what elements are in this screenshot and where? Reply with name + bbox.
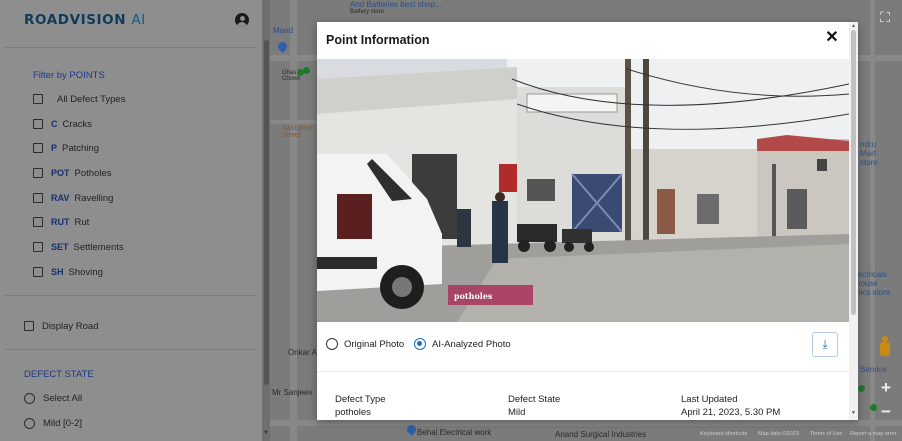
defect-state-label: Mild [0-2]: [43, 417, 83, 429]
filter-code: SET: [51, 242, 69, 252]
filter-code: POT: [51, 168, 70, 178]
brand-logo: ROADVISION AI: [24, 12, 146, 28]
checkbox-icon[interactable]: [33, 143, 43, 153]
sidebar-scrollbar-thumb[interactable]: [264, 40, 269, 385]
map-label-service: Service: [860, 365, 887, 374]
filter-code: RUT: [51, 217, 70, 227]
filter-shoving[interactable]: SH Shoving: [33, 265, 103, 279]
map-label-battery-store: And Batteries best shop...: [350, 0, 442, 9]
photo-mode-label: Original Photo: [344, 338, 405, 350]
scroll-down-arrow-icon[interactable]: ▼: [851, 410, 856, 416]
map-report-link[interactable]: Report a map error: [850, 431, 896, 437]
filter-points-title: Filter by POINTS: [33, 70, 105, 81]
map-label-sabhpur: Sabhpore Street: [282, 125, 313, 139]
map-label-anand: Anand Surgical Industries: [555, 430, 647, 439]
dialog-title: Point Information: [326, 33, 430, 47]
map-shortcuts-link[interactable]: Keyboard shortcuts: [700, 431, 747, 437]
filter-patching[interactable]: P Patching: [33, 141, 99, 155]
filter-label: All Defect Types: [57, 93, 126, 105]
scroll-down-arrow-icon[interactable]: ▼: [263, 430, 269, 436]
defect-type-label: Defect Type: [335, 394, 386, 405]
checkbox-icon[interactable]: [24, 321, 34, 331]
radio-icon[interactable]: [326, 338, 338, 350]
filter-code: RAV: [51, 193, 70, 203]
filter-settlements[interactable]: SET Settlements: [33, 240, 124, 254]
filter-label: Ravelling: [74, 192, 114, 204]
photo-mode-label: AI-Analyzed Photo: [432, 338, 511, 350]
defect-state-label: Defect State: [508, 394, 561, 405]
checkbox-icon[interactable]: [33, 267, 43, 277]
defect-photo: potholes: [317, 59, 849, 322]
filter-label: Potholes: [74, 167, 112, 179]
brand-name: ROADVISION: [24, 12, 127, 28]
plus-icon[interactable]: +: [876, 378, 896, 398]
photo-mode-ai-analyzed[interactable]: AI-Analyzed Photo: [414, 337, 511, 351]
divider: [5, 47, 257, 48]
defect-state-value: Mild: [508, 407, 526, 418]
defect-state-select-all[interactable]: Select All: [24, 391, 82, 405]
close-icon[interactable]: ✕: [823, 29, 841, 47]
map-terms-link[interactable]: Terms of Use: [810, 431, 842, 437]
download-icon: ⤓: [822, 337, 828, 351]
filter-code: P: [51, 143, 58, 153]
defect-state-label: Select All: [43, 392, 83, 404]
checkbox-icon[interactable]: [33, 193, 43, 203]
map-pin-icon[interactable]: [276, 40, 289, 53]
user-circle-icon[interactable]: [235, 13, 249, 27]
minus-icon[interactable]: −: [876, 402, 896, 422]
filter-ravelling[interactable]: RAV Ravelling: [33, 191, 113, 205]
filter-label: Settlements: [73, 241, 124, 253]
radio-icon[interactable]: [24, 417, 35, 429]
pegman-icon[interactable]: [878, 336, 892, 358]
checkbox-icon[interactable]: [33, 168, 43, 178]
map-data-credit: Map data ©2023: [758, 431, 799, 437]
last-updated-value: April 21, 2023, 5.30 PM: [681, 407, 781, 418]
filter-cracks[interactable]: C Cracks: [33, 117, 92, 131]
photo-defect-tag-label: potholes: [454, 291, 493, 301]
checkbox-icon[interactable]: [33, 242, 43, 252]
last-updated-label: Last Updated: [681, 394, 738, 405]
defect-state-mild[interactable]: Mild [0-2]: [24, 416, 82, 430]
defect-marker[interactable]: [858, 385, 865, 392]
divider: [317, 371, 849, 372]
map-label-indru-mart: ndru Mart store: [860, 140, 878, 167]
filter-label: Cracks: [62, 118, 93, 130]
defect-type-value: potholes: [335, 407, 371, 418]
map-label-behal: Behal Electrical work: [417, 428, 492, 437]
dialog-scrollbar-thumb[interactable]: [851, 30, 856, 315]
filter-label: Rut: [74, 216, 90, 228]
filter-code: SH: [51, 267, 64, 277]
map-label-electricals: lectricals house nics store: [856, 270, 891, 297]
checkbox-icon[interactable]: [33, 94, 43, 104]
display-road-toggle[interactable]: Display Road: [24, 319, 99, 333]
filter-potholes[interactable]: POT Potholes: [33, 166, 112, 180]
divider: [5, 295, 257, 296]
radio-icon[interactable]: [24, 392, 35, 404]
checkbox-icon[interactable]: [33, 119, 43, 129]
scroll-up-arrow-icon[interactable]: ▲: [851, 23, 856, 29]
display-road-label: Display Road: [42, 320, 99, 332]
checkbox-icon[interactable]: [33, 217, 43, 227]
filter-all-defect-types[interactable]: All Defect Types: [33, 92, 125, 106]
fullscreen-icon[interactable]: ⛶: [874, 6, 896, 28]
filter-rut[interactable]: RUT Rut: [33, 215, 89, 229]
filter-code: C: [51, 119, 58, 129]
map-label-onkar: Onkar A: [288, 348, 317, 357]
map-label-battery-sub: Battery store: [350, 9, 385, 15]
sidebar: ROADVISION AI Filter by POINTS All Defec…: [0, 0, 262, 441]
divider: [5, 349, 257, 350]
map-label-mand: Mand: [273, 26, 294, 35]
download-button[interactable]: ⤓: [812, 332, 838, 357]
brand-ai: AI: [131, 12, 146, 28]
map-label-mr-sanjeev: Mr Sanjeev: [272, 388, 313, 397]
filter-label: Shoving: [68, 266, 103, 278]
radio-icon[interactable]: [414, 338, 426, 350]
point-information-dialog: Point Information ✕ potholes Original Ph…: [317, 22, 858, 420]
defect-state-title: DEFECT STATE: [24, 369, 94, 380]
defect-marker[interactable]: [303, 67, 310, 74]
filter-label: Patching: [62, 142, 99, 154]
photo-mode-original[interactable]: Original Photo: [326, 337, 404, 351]
